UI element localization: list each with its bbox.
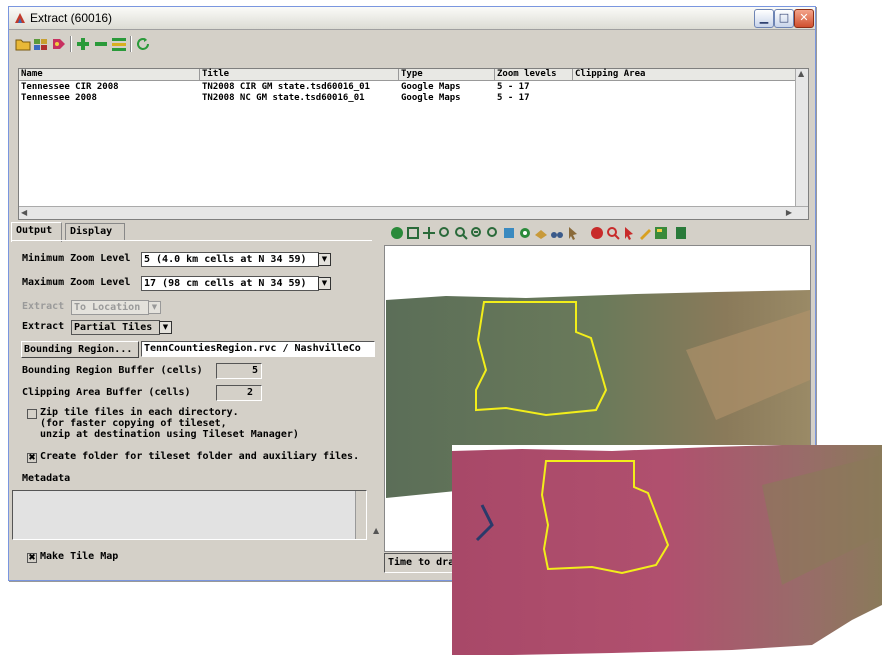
metadata-scrollbar[interactable] [355, 491, 366, 539]
pointer-icon[interactable] [566, 226, 580, 240]
maximize-button[interactable]: □ [774, 9, 794, 28]
zip-checkbox[interactable] [27, 409, 37, 419]
settings-icon[interactable] [51, 36, 67, 52]
scroll-left-icon[interactable]: ◀ [21, 208, 27, 217]
extract-label: Extract [22, 321, 65, 332]
zoom-in-icon[interactable] [454, 226, 468, 240]
view-toolbar [390, 225, 730, 243]
select-arrow-icon[interactable] [622, 226, 636, 240]
extract-location-select: To Location [71, 300, 149, 315]
create-folder-checkbox[interactable]: ✖ [27, 453, 37, 463]
extract-mode-dropdown-icon[interactable]: ▼ [159, 321, 172, 334]
tileset-icon[interactable] [33, 36, 49, 52]
zoom-out-icon[interactable] [470, 226, 484, 240]
row-zoom-levels: 5 - 17 [497, 82, 530, 92]
zoom-box-icon[interactable] [438, 226, 452, 240]
close-icon: ✕ [799, 11, 809, 24]
list-vertical-scrollbar[interactable]: ▲ [795, 69, 808, 207]
window-title: Extract (60016) [30, 11, 113, 25]
row-name: Tennessee CIR 2008 [21, 82, 119, 92]
zoom-previous-icon[interactable] [486, 226, 500, 240]
make-tile-map-checkbox[interactable]: ✖ [27, 553, 37, 563]
metadata-textarea[interactable] [12, 490, 367, 540]
row-type: Google Maps [401, 93, 461, 103]
bounding-region-field[interactable]: TennCountiesRegion.rvc / NashvilleCo [141, 341, 375, 357]
close-button[interactable]: ✕ [794, 9, 814, 28]
redraw-icon[interactable] [390, 226, 404, 240]
row-zoom-levels: 5 - 17 [497, 93, 530, 103]
open-folder-icon[interactable] [15, 36, 31, 52]
remove-icon[interactable] [93, 36, 109, 52]
min-zoom-dropdown-icon[interactable]: ▼ [318, 253, 331, 266]
stop-icon[interactable] [590, 226, 604, 240]
zoom-extent-icon[interactable] [502, 226, 516, 240]
bounding-region-button[interactable]: Bounding Region... [21, 341, 139, 358]
make-tile-map-label: Make Tile Map [40, 551, 119, 562]
scroll-up-icon[interactable]: ▲ [798, 69, 804, 78]
scroll-right-icon[interactable]: ▶ [786, 208, 792, 217]
title-bar[interactable]: Extract (60016) ▁ □ ✕ [9, 7, 815, 30]
toolbar-separator [70, 36, 71, 52]
row-type: Google Maps [401, 82, 461, 92]
color-infrared-map-image [452, 445, 882, 655]
list-header: Name Title Type Zoom levels Clipping Are… [19, 69, 808, 81]
max-zoom-dropdown-icon[interactable]: ▼ [318, 277, 331, 290]
min-zoom-select[interactable]: 5 (4.0 km cells at N 34 59) [141, 252, 319, 267]
toolbar-separator [130, 36, 131, 52]
column-header-type[interactable]: Type [399, 69, 495, 81]
full-view-icon[interactable] [406, 226, 420, 240]
layer-list: Name Title Type Zoom levels Clipping Are… [18, 68, 809, 220]
bounding-buffer-field[interactable]: 5 [216, 363, 262, 379]
add-icon[interactable] [75, 36, 91, 52]
draw-icon[interactable] [638, 226, 652, 240]
maximize-icon: □ [778, 11, 790, 24]
pan-icon[interactable] [422, 226, 436, 240]
create-folder-label: Create folder for tileset folder and aux… [40, 451, 360, 462]
extract-mode-select[interactable]: Partial Tiles [71, 320, 160, 335]
list-horizontal-scrollbar[interactable]: ◀ ▶ [19, 206, 808, 219]
metadata-label: Metadata [22, 473, 71, 484]
zoom-select-icon[interactable] [606, 226, 620, 240]
target-icon[interactable] [518, 226, 532, 240]
min-zoom-label: Minimum Zoom Level [22, 253, 131, 264]
column-header-clipping-area[interactable]: Clipping Area [573, 69, 797, 81]
row-title: TN2008 CIR GM state.tsd60016_01 [202, 82, 370, 92]
extract-location-dropdown-icon: ▼ [148, 301, 161, 314]
row-name: Tennessee 2008 [21, 93, 97, 103]
refresh-icon[interactable] [135, 36, 151, 52]
edit-icon[interactable] [111, 36, 127, 52]
minimize-icon: ▁ [759, 11, 769, 24]
binoculars-icon[interactable] [550, 226, 564, 240]
row-title: TN2008 NC GM state.tsd60016_01 [202, 93, 365, 103]
view-scroll-up-icon[interactable]: ▲ [373, 526, 379, 535]
tab-output[interactable]: Output [11, 222, 62, 242]
export-icon[interactable] [674, 226, 688, 240]
zip-note-2: unzip at destination using Tileset Manag… [40, 429, 299, 440]
extract-location-label: Extract [22, 301, 65, 312]
column-header-zoom-levels[interactable]: Zoom levels [495, 69, 573, 81]
clipping-buffer-label: Clipping Area Buffer (cells) [22, 387, 191, 398]
max-zoom-label: Maximum Zoom Level [22, 277, 131, 288]
bounding-buffer-label: Bounding Region Buffer (cells) [22, 365, 203, 376]
main-toolbar [13, 34, 173, 54]
clipping-buffer-field[interactable]: 2 [216, 385, 262, 401]
layer-icon[interactable] [534, 226, 548, 240]
app-logo-icon [15, 13, 25, 23]
max-zoom-select[interactable]: 17 (98 cm cells at N 34 59) [141, 276, 319, 291]
column-header-title[interactable]: Title [200, 69, 399, 81]
table-row[interactable]: Tennessee CIR 2008 TN2008 CIR GM state.t… [19, 82, 808, 93]
legend-icon[interactable] [654, 226, 668, 240]
column-header-name[interactable]: Name [19, 69, 200, 81]
minimize-button[interactable]: ▁ [754, 9, 774, 28]
table-row[interactable]: Tennessee 2008 TN2008 NC GM state.tsd600… [19, 93, 808, 104]
tab-display[interactable]: Display [65, 223, 125, 241]
